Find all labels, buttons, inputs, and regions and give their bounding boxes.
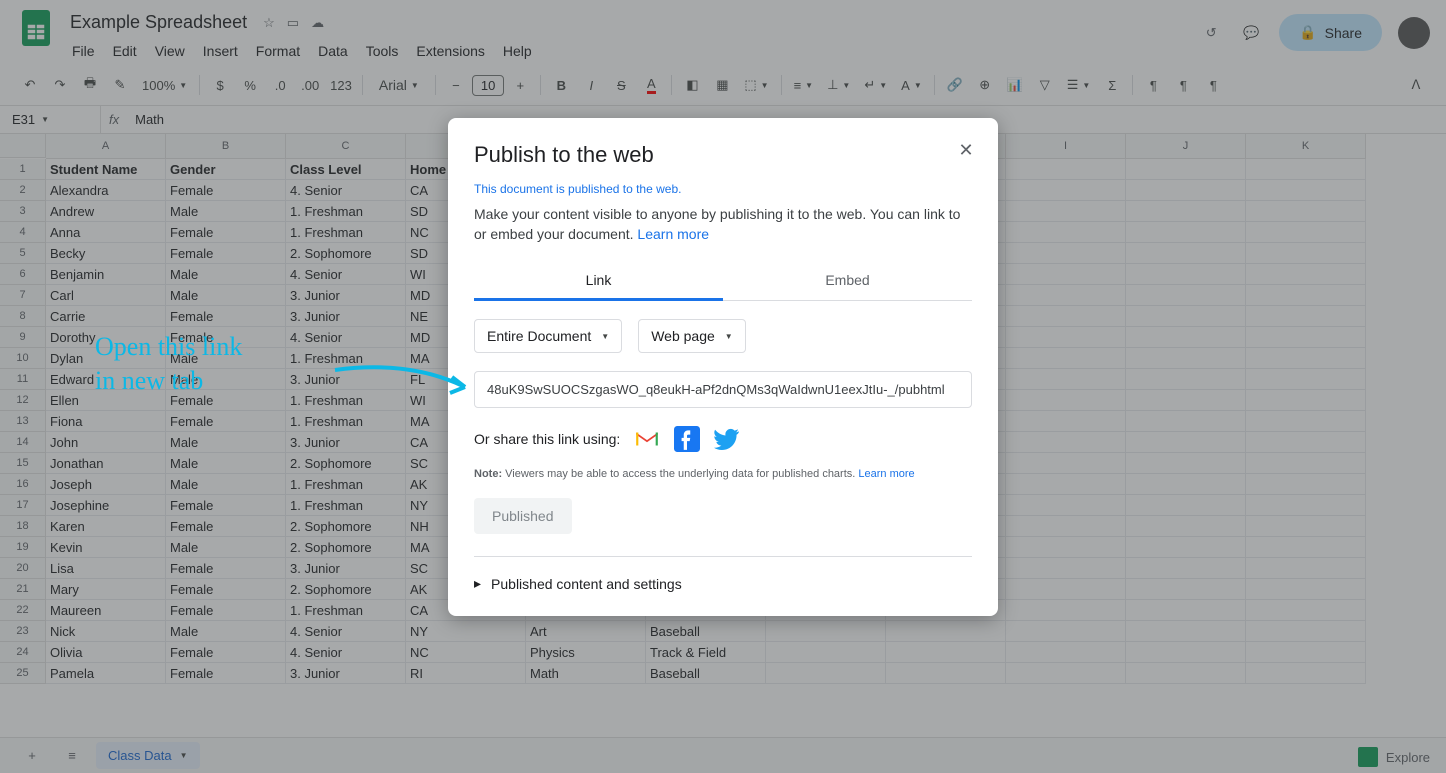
tab-link[interactable]: Link [474,262,723,301]
format-dropdown[interactable]: Web page▼ [638,319,746,353]
document-scope-dropdown[interactable]: Entire Document▼ [474,319,622,353]
publish-dialog: ✕ Publish to the web This document is pu… [448,118,998,616]
facebook-icon[interactable] [674,426,700,452]
gmail-icon[interactable] [634,426,660,452]
note-text: Note: Viewers may be able to access the … [474,468,972,480]
published-settings-expander[interactable]: ▸ Published content and settings [474,575,972,592]
dialog-description: Make your content visible to anyone by p… [474,204,972,244]
twitter-icon[interactable] [714,426,740,452]
learn-more-link[interactable]: Learn more [637,226,709,242]
chevron-right-icon: ▸ [474,575,481,592]
tab-embed[interactable]: Embed [723,262,972,300]
publish-url-field[interactable]: 48uK9SwSUOCSzgasWO_q8eukH-aPf2dnQMs3qWaI… [474,371,972,408]
published-button[interactable]: Published [474,498,572,534]
dialog-title: Publish to the web [474,142,972,168]
publish-status: This document is published to the web. [474,182,972,196]
note-learn-more-link[interactable]: Learn more [858,468,914,480]
close-button[interactable]: ✕ [954,138,978,162]
share-via-label: Or share this link using: [474,431,620,447]
